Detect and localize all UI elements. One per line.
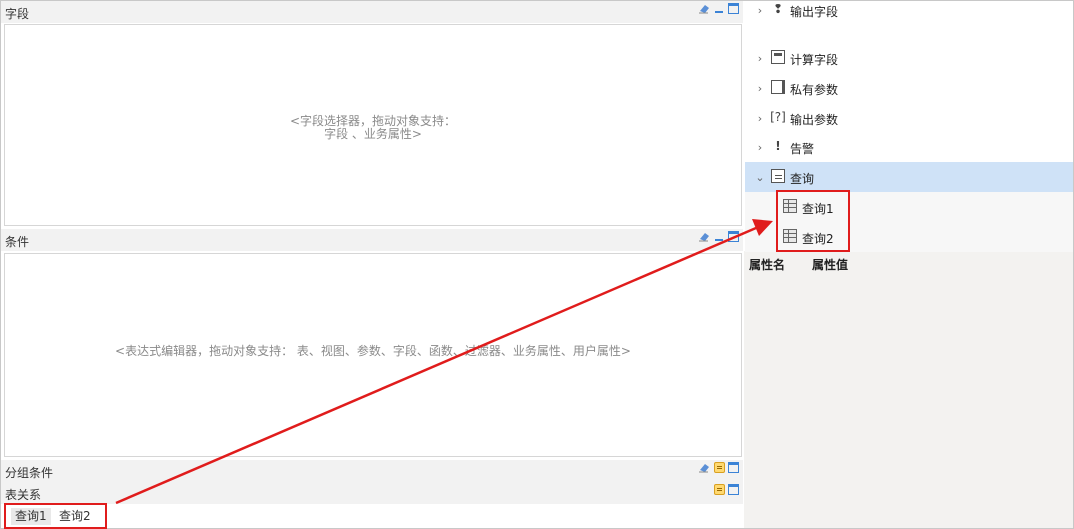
chevron-down-icon[interactable]: ⌄ <box>755 171 765 184</box>
expression-editor-hint: <表达式编辑器，拖动对象支持： 表、视图、参数、字段、函数、过滤器、业务属性、用… <box>115 344 631 358</box>
properties-header: 属性名 属性值 <box>744 253 1073 275</box>
eraser-icon[interactable] <box>698 3 711 14</box>
tree-item-label: 告警 <box>790 142 815 156</box>
highlight-box-queries <box>776 190 850 252</box>
tree-item-label: 输出字段 <box>790 5 839 19</box>
tree-item-calculated-fields[interactable]: › 计算字段 <box>745 43 1073 73</box>
maximize-icon[interactable] <box>728 3 739 14</box>
group-panel-title: 分组条件 <box>5 466 54 480</box>
settings-icon[interactable] <box>714 484 725 495</box>
tree-item-label: 查询 <box>790 172 815 186</box>
field-selector-area[interactable]: <字段选择器，拖动对象支持： 字段 、业务属性> <box>4 24 742 226</box>
alert-icon: ! <box>775 139 781 153</box>
private-param-icon <box>771 80 785 94</box>
chevron-right-icon[interactable]: › <box>755 4 765 17</box>
chevron-right-icon[interactable]: › <box>755 112 765 125</box>
settings-icon[interactable] <box>714 462 725 473</box>
tree-item-output-fields[interactable]: › ❢ 输出字段 <box>745 0 1073 25</box>
query-folder-icon <box>771 169 785 183</box>
relations-panel-title: 表关系 <box>5 488 42 502</box>
field-selector-hint-line2: 字段 、业务属性> <box>324 127 422 141</box>
tree-item-label: 输出参数 <box>790 113 839 127</box>
maximize-icon[interactable] <box>728 462 739 473</box>
conditions-panel-title: 条件 <box>5 235 30 249</box>
output-field-icon: ❢ <box>772 2 784 16</box>
minimize-icon[interactable] <box>714 3 725 14</box>
property-name-header: 属性名 <box>749 258 786 272</box>
highlight-box-tables <box>4 503 107 529</box>
tree-item-label: 私有参数 <box>790 83 839 97</box>
conditions-panel-header: 条件 <box>1 229 743 251</box>
chevron-right-icon[interactable]: › <box>755 52 765 65</box>
tree-item-queries[interactable]: ⌄ 查询 <box>745 162 1073 192</box>
maximize-icon[interactable] <box>728 484 739 495</box>
minimize-icon[interactable] <box>714 231 725 242</box>
property-value-header: 属性值 <box>812 258 849 272</box>
eraser-icon[interactable] <box>698 231 711 242</box>
right-sidebar: › ❢ 输出字段 › 计算字段 › 私有参数 › [?] 输出参数 › ! 告警… <box>744 1 1073 528</box>
eraser-icon[interactable] <box>698 462 711 473</box>
fields-panel-header: 字段 <box>1 1 743 23</box>
tree-item-alerts[interactable]: › ! 告警 <box>745 132 1073 162</box>
field-selector-hint: <字段选择器，拖动对象支持： 字段 、业务属性> <box>5 115 741 141</box>
tree-item-label: 计算字段 <box>790 53 839 67</box>
calculator-icon <box>771 50 785 64</box>
table-relations-bar: 查询1 查询2 <box>4 505 742 527</box>
expression-editor-area[interactable]: <表达式编辑器，拖动对象支持： 表、视图、参数、字段、函数、过滤器、业务属性、用… <box>4 253 742 457</box>
relations-panel-header: 表关系 <box>1 482 743 504</box>
tree-item-private-params[interactable]: › 私有参数 <box>745 73 1073 103</box>
chevron-right-icon[interactable]: › <box>755 141 765 154</box>
output-param-icon: [?] <box>770 110 786 124</box>
fields-panel-title: 字段 <box>5 7 30 21</box>
group-panel-header: 分组条件 <box>1 460 743 482</box>
chevron-right-icon[interactable]: › <box>755 82 765 95</box>
maximize-icon[interactable] <box>728 231 739 242</box>
tree-item-output-params[interactable]: › [?] 输出参数 <box>745 103 1073 133</box>
